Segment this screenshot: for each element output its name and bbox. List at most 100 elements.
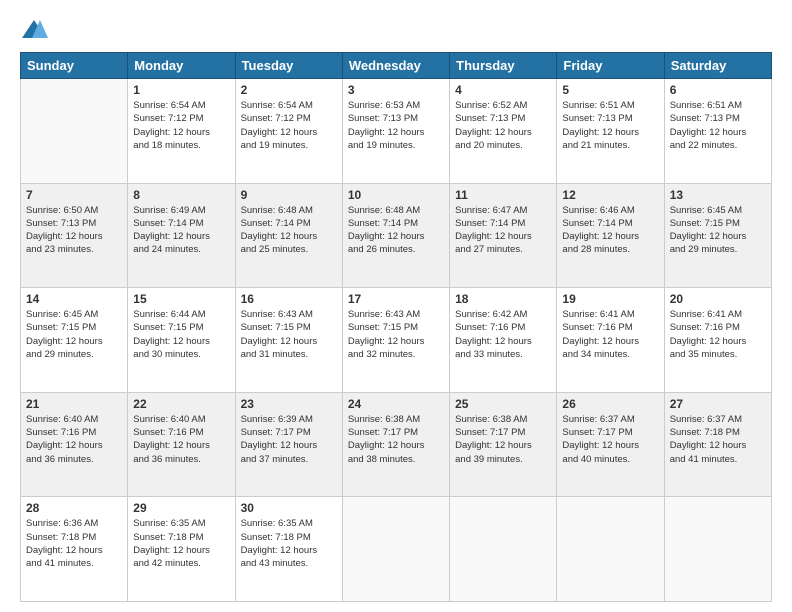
calendar-cell: 3 Sunrise: 6:53 AM Sunset: 7:13 PM Daylig…: [342, 79, 449, 184]
day-info: Sunrise: 6:45 AM Sunset: 7:15 PM Dayligh…: [26, 308, 122, 361]
day-info: Sunrise: 6:35 AM Sunset: 7:18 PM Dayligh…: [133, 517, 229, 570]
day-info: Sunrise: 6:37 AM Sunset: 7:18 PM Dayligh…: [670, 413, 766, 466]
calendar-cell: 27 Sunrise: 6:37 AM Sunset: 7:18 PM Dayli…: [664, 392, 771, 497]
calendar-cell: 1 Sunrise: 6:54 AM Sunset: 7:12 PM Daylig…: [128, 79, 235, 184]
day-info: Sunrise: 6:50 AM Sunset: 7:13 PM Dayligh…: [26, 204, 122, 257]
calendar-cell: 26 Sunrise: 6:37 AM Sunset: 7:17 PM Dayli…: [557, 392, 664, 497]
day-info: Sunrise: 6:54 AM Sunset: 7:12 PM Dayligh…: [241, 99, 337, 152]
calendar-cell: 7Sunrise: 6:50 AM Sunset: 7:13 PM Daylig…: [21, 183, 128, 288]
day-number: 17: [348, 292, 444, 306]
day-info: Sunrise: 6:42 AM Sunset: 7:16 PM Dayligh…: [455, 308, 551, 361]
calendar: SundayMondayTuesdayWednesdayThursdayFrid…: [20, 52, 772, 602]
day-number: 10: [348, 188, 444, 202]
day-number: 1: [133, 83, 229, 97]
day-info: Sunrise: 6:52 AM Sunset: 7:13 PM Dayligh…: [455, 99, 551, 152]
calendar-week-row: 21 Sunrise: 6:40 AM Sunset: 7:16 PM Dayli…: [21, 392, 772, 497]
day-info: Sunrise: 6:41 AM Sunset: 7:16 PM Dayligh…: [670, 308, 766, 361]
day-number: 25: [455, 397, 551, 411]
day-number: 15: [133, 292, 229, 306]
header-thursday: Thursday: [450, 53, 557, 79]
calendar-cell: 18 Sunrise: 6:42 AM Sunset: 7:16 PM Dayli…: [450, 288, 557, 393]
header-wednesday: Wednesday: [342, 53, 449, 79]
day-number: 4: [455, 83, 551, 97]
calendar-cell: 21 Sunrise: 6:40 AM Sunset: 7:16 PM Dayli…: [21, 392, 128, 497]
day-info: Sunrise: 6:40 AM Sunset: 7:16 PM Dayligh…: [26, 413, 122, 466]
calendar-cell: 13 Sunrise: 6:45 AM Sunset: 7:15 PM Dayli…: [664, 183, 771, 288]
day-info: Sunrise: 6:51 AM Sunset: 7:13 PM Dayligh…: [562, 99, 658, 152]
calendar-header-row: SundayMondayTuesdayWednesdayThursdayFrid…: [21, 53, 772, 79]
day-number: 29: [133, 501, 229, 515]
day-number: 18: [455, 292, 551, 306]
day-number: 23: [241, 397, 337, 411]
day-info: Sunrise: 6:43 AM Sunset: 7:15 PM Dayligh…: [241, 308, 337, 361]
calendar-cell: 2 Sunrise: 6:54 AM Sunset: 7:12 PM Daylig…: [235, 79, 342, 184]
day-info: Sunrise: 6:47 AM Sunset: 7:14 PM Dayligh…: [455, 204, 551, 257]
day-number: 21: [26, 397, 122, 411]
calendar-cell: 4 Sunrise: 6:52 AM Sunset: 7:13 PM Daylig…: [450, 79, 557, 184]
calendar-week-row: 28 Sunrise: 6:36 AM Sunset: 7:18 PM Dayli…: [21, 497, 772, 602]
calendar-cell: 6 Sunrise: 6:51 AM Sunset: 7:13 PM Daylig…: [664, 79, 771, 184]
day-info: Sunrise: 6:38 AM Sunset: 7:17 PM Dayligh…: [455, 413, 551, 466]
logo: [20, 16, 52, 44]
calendar-cell: 20 Sunrise: 6:41 AM Sunset: 7:16 PM Dayli…: [664, 288, 771, 393]
calendar-cell: [664, 497, 771, 602]
calendar-cell: [21, 79, 128, 184]
day-number: 11: [455, 188, 551, 202]
day-info: Sunrise: 6:45 AM Sunset: 7:15 PM Dayligh…: [670, 204, 766, 257]
logo-icon: [20, 16, 48, 44]
day-info: Sunrise: 6:54 AM Sunset: 7:12 PM Dayligh…: [133, 99, 229, 152]
calendar-cell: 10Sunrise: 6:48 AM Sunset: 7:14 PM Dayli…: [342, 183, 449, 288]
day-info: Sunrise: 6:53 AM Sunset: 7:13 PM Dayligh…: [348, 99, 444, 152]
day-number: 28: [26, 501, 122, 515]
day-info: Sunrise: 6:37 AM Sunset: 7:17 PM Dayligh…: [562, 413, 658, 466]
day-number: 30: [241, 501, 337, 515]
day-info: Sunrise: 6:41 AM Sunset: 7:16 PM Dayligh…: [562, 308, 658, 361]
header-saturday: Saturday: [664, 53, 771, 79]
calendar-cell: 5 Sunrise: 6:51 AM Sunset: 7:13 PM Daylig…: [557, 79, 664, 184]
day-number: 13: [670, 188, 766, 202]
day-number: 19: [562, 292, 658, 306]
header-friday: Friday: [557, 53, 664, 79]
calendar-cell: 16 Sunrise: 6:43 AM Sunset: 7:15 PM Dayli…: [235, 288, 342, 393]
day-number: 27: [670, 397, 766, 411]
calendar-cell: 12 Sunrise: 6:46 AM Sunset: 7:14 PM Dayli…: [557, 183, 664, 288]
calendar-cell: 23 Sunrise: 6:39 AM Sunset: 7:17 PM Dayli…: [235, 392, 342, 497]
day-number: 22: [133, 397, 229, 411]
day-number: 2: [241, 83, 337, 97]
calendar-week-row: 7Sunrise: 6:50 AM Sunset: 7:13 PM Daylig…: [21, 183, 772, 288]
day-info: Sunrise: 6:44 AM Sunset: 7:15 PM Dayligh…: [133, 308, 229, 361]
calendar-cell: [342, 497, 449, 602]
calendar-cell: 11 Sunrise: 6:47 AM Sunset: 7:14 PM Dayli…: [450, 183, 557, 288]
day-info: Sunrise: 6:48 AM Sunset: 7:14 PM Dayligh…: [241, 204, 337, 257]
day-info: Sunrise: 6:46 AM Sunset: 7:14 PM Dayligh…: [562, 204, 658, 257]
header-sunday: Sunday: [21, 53, 128, 79]
calendar-week-row: 1 Sunrise: 6:54 AM Sunset: 7:12 PM Daylig…: [21, 79, 772, 184]
calendar-cell: [557, 497, 664, 602]
day-number: 12: [562, 188, 658, 202]
day-info: Sunrise: 6:51 AM Sunset: 7:13 PM Dayligh…: [670, 99, 766, 152]
calendar-cell: 24Sunrise: 6:38 AM Sunset: 7:17 PM Dayli…: [342, 392, 449, 497]
day-number: 3: [348, 83, 444, 97]
calendar-cell: 30Sunrise: 6:35 AM Sunset: 7:18 PM Dayli…: [235, 497, 342, 602]
day-number: 20: [670, 292, 766, 306]
calendar-cell: 8Sunrise: 6:49 AM Sunset: 7:14 PM Daylig…: [128, 183, 235, 288]
day-info: Sunrise: 6:38 AM Sunset: 7:17 PM Dayligh…: [348, 413, 444, 466]
day-number: 26: [562, 397, 658, 411]
calendar-cell: 9 Sunrise: 6:48 AM Sunset: 7:14 PM Daylig…: [235, 183, 342, 288]
calendar-cell: 22Sunrise: 6:40 AM Sunset: 7:16 PM Dayli…: [128, 392, 235, 497]
day-number: 14: [26, 292, 122, 306]
calendar-cell: 14 Sunrise: 6:45 AM Sunset: 7:15 PM Dayli…: [21, 288, 128, 393]
day-number: 16: [241, 292, 337, 306]
calendar-cell: 28 Sunrise: 6:36 AM Sunset: 7:18 PM Dayli…: [21, 497, 128, 602]
calendar-cell: 29 Sunrise: 6:35 AM Sunset: 7:18 PM Dayli…: [128, 497, 235, 602]
header: [20, 16, 772, 44]
calendar-cell: 15 Sunrise: 6:44 AM Sunset: 7:15 PM Dayli…: [128, 288, 235, 393]
calendar-cell: [450, 497, 557, 602]
day-number: 9: [241, 188, 337, 202]
day-info: Sunrise: 6:39 AM Sunset: 7:17 PM Dayligh…: [241, 413, 337, 466]
day-info: Sunrise: 6:49 AM Sunset: 7:14 PM Dayligh…: [133, 204, 229, 257]
day-info: Sunrise: 6:36 AM Sunset: 7:18 PM Dayligh…: [26, 517, 122, 570]
page: SundayMondayTuesdayWednesdayThursdayFrid…: [0, 0, 792, 612]
day-number: 5: [562, 83, 658, 97]
day-number: 6: [670, 83, 766, 97]
